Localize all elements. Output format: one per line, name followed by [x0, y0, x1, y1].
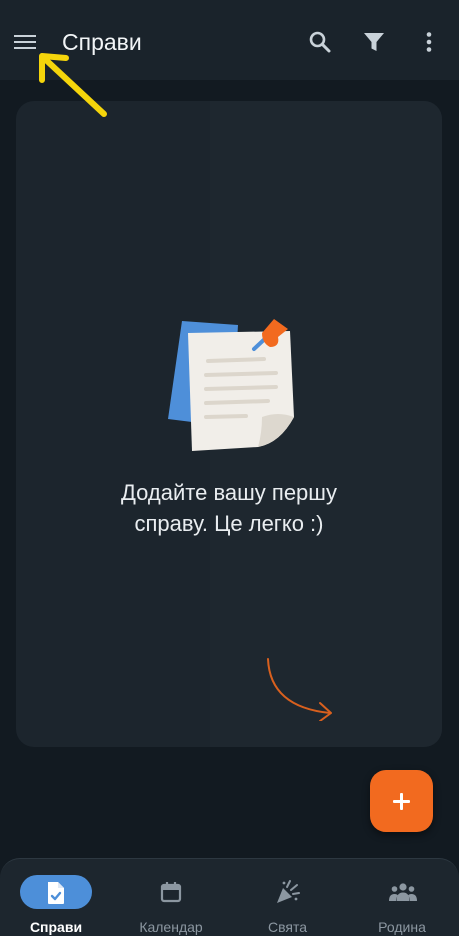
plus-icon-vertical — [400, 792, 403, 810]
nav-label-family: Родина — [378, 919, 426, 935]
task-document-icon — [45, 881, 67, 910]
party-popper-icon — [274, 879, 300, 910]
empty-message-line-2: справу. Це легко :) — [134, 511, 324, 536]
family-group-icon — [389, 882, 417, 907]
nav-label-holidays: Свята — [267, 919, 307, 935]
calendar-icon — [159, 880, 183, 909]
nav-item-calendar[interactable]: Календар — [112, 859, 230, 936]
nav-item-tasks[interactable]: Справи — [0, 859, 112, 936]
filter-icon[interactable] — [360, 28, 388, 56]
search-icon[interactable] — [306, 28, 334, 56]
empty-state-card: Додайте вашу першу справу. Це легко :) — [16, 101, 442, 747]
nav-label-calendar: Календар — [139, 919, 203, 935]
nav-label-tasks: Справи — [29, 919, 83, 935]
empty-message-line-1: Додайте вашу першу — [121, 480, 337, 505]
nav-item-holidays[interactable]: Свята — [230, 859, 345, 936]
bottom-navigation: Справи Календар Свята Родина — [0, 858, 459, 936]
add-task-button[interactable] — [370, 770, 433, 832]
curved-arrow-icon — [264, 657, 338, 726]
pinned-note-illustration — [166, 315, 296, 460]
annotation-arrow-icon — [34, 50, 110, 125]
more-vertical-icon[interactable] — [415, 28, 443, 56]
nav-item-family[interactable]: Родина — [345, 859, 459, 936]
empty-state-message: Додайте вашу першу справу. Це легко :) — [16, 477, 442, 539]
